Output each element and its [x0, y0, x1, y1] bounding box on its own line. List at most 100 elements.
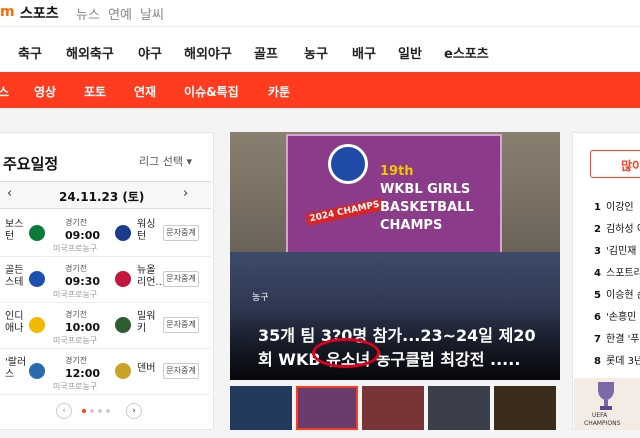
text-broadcast-button[interactable]: 문자중계: [163, 363, 199, 379]
rank-item[interactable]: 2김하성 이: [594, 220, 640, 235]
trophy-icon: [598, 382, 614, 410]
pager-dot[interactable]: [98, 409, 102, 413]
league-select[interactable]: 리그 선택 ▾: [139, 153, 192, 169]
subnav-cartoon[interactable]: 카툰: [268, 83, 290, 100]
category-tag: 농구: [252, 293, 269, 303]
service-news-link[interactable]: 뉴스: [76, 4, 100, 23]
thumbnail[interactable]: [362, 386, 424, 430]
nav-general[interactable]: 일반: [398, 43, 422, 62]
brand-section-title[interactable]: 스포츠: [20, 3, 59, 23]
away-team-name: 덴버: [137, 363, 156, 374]
page: m 스포츠 뉴스 연예 날씨 축구 해외축구 야구 해외야구 골프 농구 배구 …: [0, 0, 640, 438]
away-team-name: 워싱 턴: [137, 219, 156, 242]
rank-item[interactable]: 5이승현 손: [594, 286, 640, 301]
banner-line-3: CHAMPS: [380, 218, 443, 233]
rank-item[interactable]: 6'손흥민 이: [594, 308, 640, 323]
subnav-series[interactable]: 연재: [134, 83, 156, 100]
pager-dot-active[interactable]: [82, 409, 86, 413]
home-team-name: '랄러 스: [5, 357, 27, 380]
banner-line-1: WKBL GIRLS: [380, 182, 471, 197]
text-broadcast-button[interactable]: 문자중계: [163, 225, 199, 241]
pager-prev-icon[interactable]: ‹: [56, 403, 72, 419]
thumbnail-active[interactable]: [296, 386, 358, 430]
away-team-logo-icon: [115, 271, 131, 287]
away-team-logo-icon: [115, 317, 131, 333]
wkbl-logo-icon: [328, 144, 368, 184]
top-bar: m 스포츠 뉴스 연예 날씨: [0, 0, 640, 26]
game-league: 미국프로농구: [53, 382, 98, 391]
home-team-logo-icon: [29, 271, 45, 287]
game-row[interactable]: '랄러 스 경기전 12:00 미국프로농구 덴버 문자중계: [0, 349, 211, 395]
banner-edition: 19th: [380, 164, 414, 179]
prev-date-button[interactable]: ‹: [7, 186, 12, 201]
game-status: 경기전: [65, 264, 88, 273]
headline-line-1[interactable]: 35개 팀 3?0명 참가...23~24일 제20: [258, 322, 536, 346]
rank-item[interactable]: 8 롯데 3년: [594, 352, 640, 367]
most-viewed-tab[interactable]: 많이: [590, 150, 640, 178]
brand-logo[interactable]: m: [0, 4, 15, 20]
service-entertainment-link[interactable]: 연예: [108, 4, 132, 23]
promo-banner[interactable]: UEFA CHAMPIONS: [574, 378, 640, 430]
schedule-pager: ‹ ›: [56, 403, 146, 419]
game-row[interactable]: 골든 스테 경기전 09:30 미국프로농구 뉴올 리언... 문자중계: [0, 257, 211, 303]
away-team-logo-icon: [115, 225, 131, 241]
service-weather-link[interactable]: 날씨: [140, 4, 164, 23]
game-time: 12:00: [65, 367, 101, 380]
subnav-video[interactable]: 영상: [34, 83, 56, 100]
nav-soccer[interactable]: 축구: [18, 43, 42, 62]
sport-category-nav: 축구 해외축구 야구 해외야구 골프 농구 배구 일반 e스포츠: [0, 26, 640, 72]
home-team-logo-icon: [29, 363, 45, 379]
sub-nav: 스 영상 포토 연재 이슈&특집 카툰: [0, 72, 640, 108]
home-team-logo-icon: [29, 317, 45, 333]
thumbnail[interactable]: [428, 386, 490, 430]
subnav-news[interactable]: 스: [0, 83, 9, 100]
next-date-button[interactable]: ›: [183, 186, 188, 201]
promo-line-2: CHAMPIONS: [584, 420, 621, 427]
game-league: 미국프로농구: [53, 244, 98, 253]
pager-dot[interactable]: [106, 409, 110, 413]
schedule-card: 주요일정 리그 선택 ▾ ‹ 24.11.23 (토) › 보스 턴 경기전 0…: [0, 132, 214, 430]
home-team-name: 골든 스테: [5, 265, 24, 288]
text-broadcast-button[interactable]: 문자중계: [163, 317, 199, 333]
subnav-issue[interactable]: 이슈&특집: [184, 83, 239, 100]
game-time: 09:30: [65, 275, 101, 288]
rank-item[interactable]: 3'김민재 휴: [594, 242, 640, 257]
subnav-photo[interactable]: 포토: [84, 83, 106, 100]
nav-basketball[interactable]: 농구: [304, 43, 328, 62]
game-league: 미국프로농구: [53, 336, 98, 345]
home-team-logo-icon: [29, 225, 45, 241]
game-row[interactable]: 보스 턴 경기전 09:00 미국프로농구 워싱 턴 문자중계: [0, 211, 211, 257]
game-row[interactable]: 인디 애나 경기전 10:00 미국프로농구 밀워 키 문자중계: [0, 303, 211, 349]
nav-golf[interactable]: 골프: [254, 43, 278, 62]
rank-item[interactable]: 7한결 '푸이: [594, 330, 640, 345]
nav-esports[interactable]: e스포츠: [444, 43, 489, 62]
game-status: 경기전: [65, 356, 88, 365]
away-team-name: 뉴올 리언...: [137, 265, 165, 288]
champs-badge: 2024 CHAMPS: [305, 198, 384, 226]
game-time: 09:00: [65, 229, 101, 242]
home-team-name: 인디 애나: [5, 311, 24, 334]
home-team-name: 보스 턴: [5, 219, 24, 242]
event-banner: 2024 CHAMPS 19th WKBL GIRLS BASKETBALL C…: [286, 134, 502, 260]
promo-line-1: UEFA: [592, 412, 608, 419]
rank-item[interactable]: 1 이강인: [594, 198, 634, 213]
thumbnail[interactable]: [494, 386, 556, 430]
game-league: 미국프로농구: [53, 290, 98, 299]
headline-line-2[interactable]: 회 WKB 유소녀 농구클럽 최강전 .....: [258, 346, 520, 370]
rank-item[interactable]: 4 스포트라: [594, 264, 640, 279]
text-broadcast-button[interactable]: 문자중계: [163, 271, 199, 287]
nav-world-baseball[interactable]: 해외야구: [184, 43, 232, 62]
game-status: 경기전: [65, 218, 88, 227]
pager-next-icon[interactable]: ›: [126, 403, 142, 419]
date-bar: ‹ 24.11.23 (토) ›: [0, 181, 211, 209]
red-circle-annotation: [312, 338, 380, 368]
nav-world-soccer[interactable]: 해외축구: [66, 43, 114, 62]
away-team-logo-icon: [115, 363, 131, 379]
nav-baseball[interactable]: 야구: [138, 43, 162, 62]
thumbnail[interactable]: [230, 386, 292, 430]
nav-volleyball[interactable]: 배구: [352, 43, 376, 62]
pager-dot[interactable]: [90, 409, 94, 413]
schedule-title: 주요일정: [3, 155, 59, 173]
banner-line-2: BASKETBALL: [380, 200, 474, 215]
headline-photo[interactable]: 2024 CHAMPS 19th WKBL GIRLS BASKETBALL C…: [230, 132, 560, 380]
